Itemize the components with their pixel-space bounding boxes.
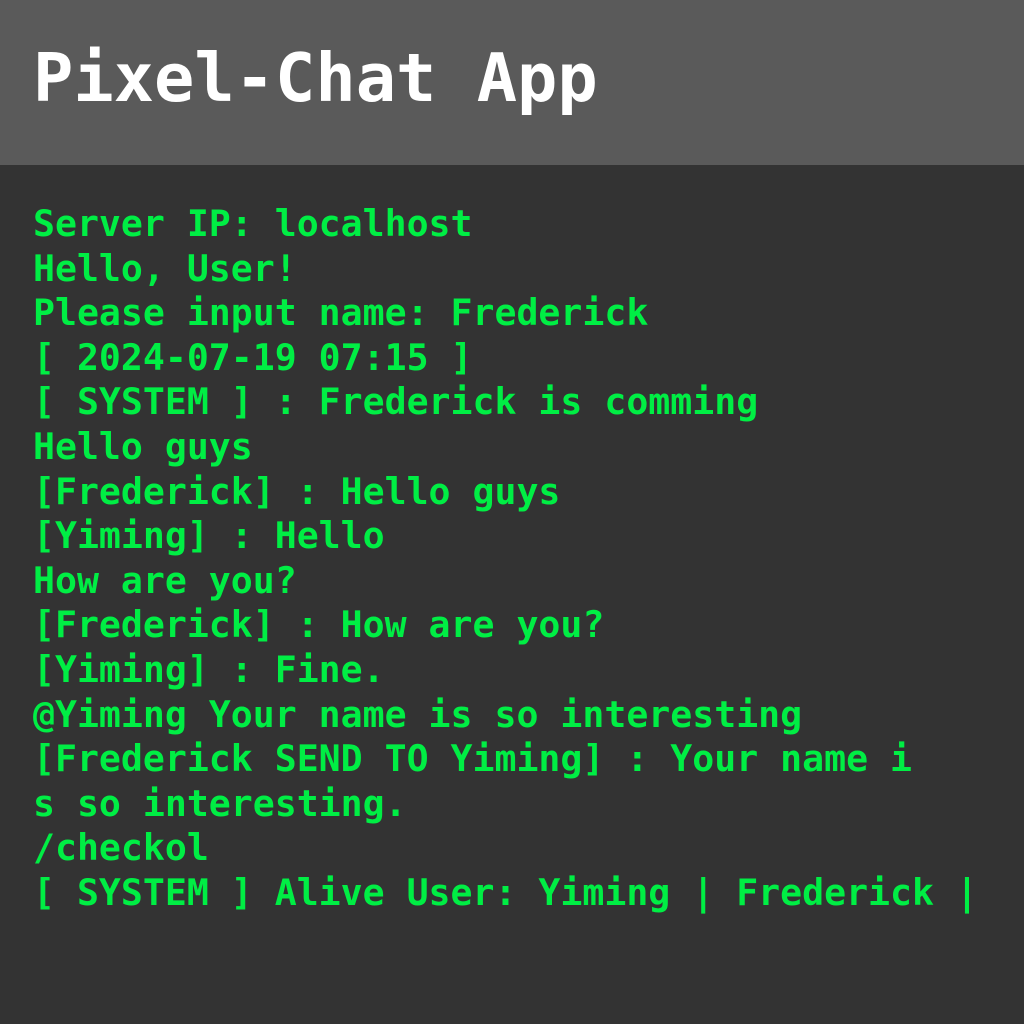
log-line-name-prompt: Please input name: Frederick (33, 291, 649, 335)
log-line-message: [Yiming] : Hello (33, 514, 385, 558)
log-line-user-input: Hello guys (33, 424, 253, 468)
log-line-system-alive-users: [ SYSTEM ] Alive User: Yiming | Frederic… (33, 870, 978, 914)
log-line-command: /checkol (33, 826, 209, 870)
log-line-message: [Frederick] : How are you? (33, 603, 605, 647)
log-line-message: [Frederick] : Hello guys (33, 469, 561, 513)
log-line-user-input: @Yiming Your name is so interesting (33, 692, 803, 736)
chat-window: Pixel-Chat App Server IP: localhost Hell… (0, 0, 1024, 1024)
log-line-private-message-wrap: s so interesting. (33, 781, 407, 825)
app-title: Pixel-Chat App (33, 39, 598, 117)
log-line-greeting: Hello, User! (33, 246, 297, 290)
log-line-private-message: [Frederick SEND TO Yiming] : Your name i (33, 737, 912, 781)
app-header: Pixel-Chat App (0, 0, 1024, 165)
log-line-server-ip: Server IP: localhost (33, 202, 473, 245)
log-line-message: [Yiming] : Fine. (33, 647, 385, 691)
log-line-system-join: [ SYSTEM ] : Frederick is comming (33, 380, 759, 424)
log-line-timestamp: [ 2024-07-19 07:15 ] (33, 335, 473, 379)
chat-log[interactable]: Server IP: localhost Hello, User! Please… (33, 202, 1013, 916)
log-line-user-input: How are you? (33, 558, 297, 602)
